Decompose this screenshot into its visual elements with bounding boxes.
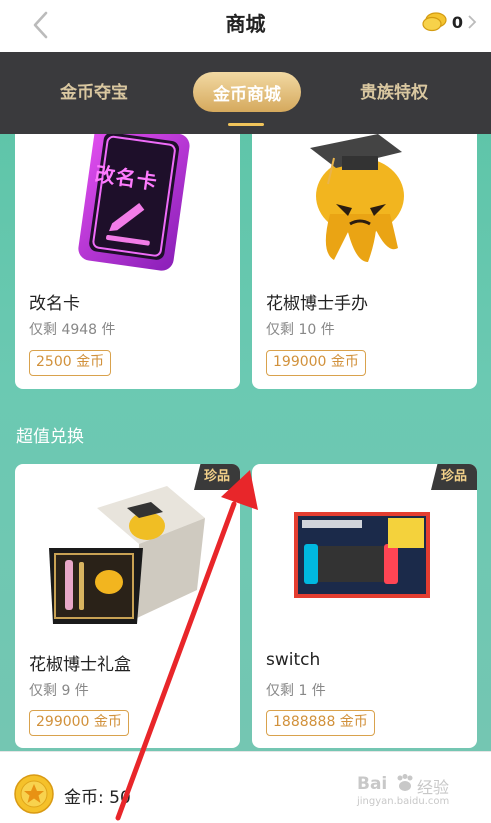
doctor-figure-image <box>310 134 404 262</box>
product-name: 花椒博士礼盒 <box>29 655 131 675</box>
product-stock: 仅剩 4948 件 <box>29 322 116 338</box>
tab-bar: 金币夺宝 金币商城 贵族特权 <box>0 52 491 134</box>
watermark-brand-suffix: 经验 <box>417 778 450 797</box>
product-price: 1888888 金币 <box>266 710 375 736</box>
baidu-paw-icon <box>397 774 413 791</box>
tab-coin-mall[interactable]: 金币商城 <box>193 72 301 112</box>
product-name: switch <box>266 650 321 670</box>
chevron-right-icon <box>468 15 477 29</box>
rename-card-image <box>78 134 190 271</box>
page-title: 商城 <box>225 12 266 36</box>
product-stock: 仅剩 10 件 <box>266 322 335 338</box>
rare-badge: 珍品 <box>431 464 477 490</box>
header-bar: 商城 0 <box>0 0 491 52</box>
baidu-watermark: Bai 经验 jingyan.baidu.com <box>357 772 461 812</box>
product-card-switch[interactable]: 珍品 switch 仅剩 1 件 1888888 金币 <box>252 464 477 748</box>
section-title: 超值兑换 <box>16 427 84 447</box>
product-price: 299000 金币 <box>29 710 129 736</box>
switch-console-image <box>294 512 430 598</box>
product-stock: 仅剩 1 件 <box>266 683 326 699</box>
product-card-gift-box[interactable]: 珍品 花椒博士礼盒 仅剩 9 件 299000 金币 <box>15 464 240 748</box>
product-price: 199000 金币 <box>266 350 366 376</box>
product-price: 2500 金币 <box>29 350 112 376</box>
tab-coin-lottery[interactable]: 金币夺宝 <box>60 78 128 103</box>
product-card-rename-card[interactable]: 改名卡 改名卡 仅剩 4948 件 2500 金币 <box>15 134 240 389</box>
product-list: 改名卡 改名卡 仅剩 4948 件 2500 金币 花椒博士手办 仅剩 10 件… <box>0 134 491 751</box>
watermark-url: jingyan.baidu.com <box>357 796 450 807</box>
coin-count: 0 <box>451 12 463 32</box>
gold-coin-star-icon <box>14 774 54 814</box>
coin-balance-button[interactable]: 0 <box>422 11 477 33</box>
tab-noble-privilege[interactable]: 贵族特权 <box>360 78 428 103</box>
footer-bar: 金币: 50 Bai 经验 jingyan.baidu.com <box>0 751 491 823</box>
watermark-brand: Bai <box>357 774 388 794</box>
product-stock: 仅剩 9 件 <box>29 683 89 699</box>
product-name: 花椒博士手办 <box>266 294 368 314</box>
product-card-doctor-figure[interactable]: 花椒博士手办 仅剩 10 件 199000 金币 <box>252 134 477 389</box>
active-tab-indicator <box>228 123 264 126</box>
product-name: 改名卡 <box>29 294 80 314</box>
tab-coin-mall-label: 金币商城 <box>213 85 281 105</box>
gift-box-image <box>49 486 205 624</box>
coin-balance-label: 金币: 50 <box>64 788 131 808</box>
gold-coin-icon <box>422 12 447 32</box>
